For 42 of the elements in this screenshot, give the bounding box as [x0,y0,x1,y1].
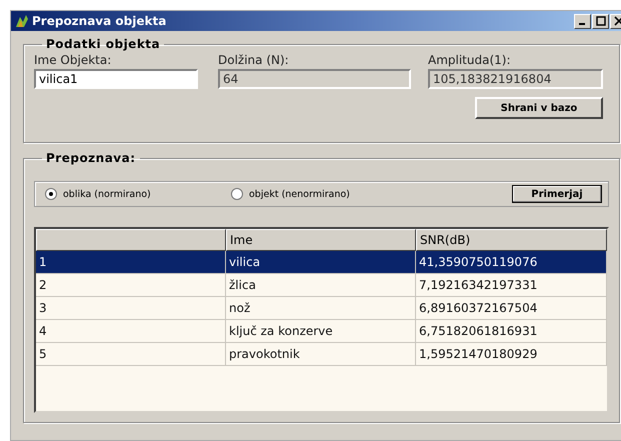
save-button[interactable]: Shrani v bazo [475,97,603,119]
table-cell: vilica [226,251,416,273]
table-cell: 6,89160372167504 [416,297,607,319]
table-cell: nož [226,297,416,319]
group-title: Prepoznava: [45,151,137,165]
radio-button[interactable] [231,188,243,200]
column-header[interactable]: SNR(dB) [416,229,607,251]
minimize-icon [578,23,584,25]
field-label: Dolžina (N): [218,53,290,67]
table-row[interactable]: 1 vilica 41,3590750119076 [36,251,607,274]
column-header[interactable] [36,229,226,251]
table-cell: 41,3590750119076 [416,251,607,273]
radio-label[interactable]: objekt (nenormirano) [249,188,350,200]
compare-button[interactable]: Primerjaj [512,185,602,203]
group-title: Podatki objekta [45,37,162,51]
leaf-icon [15,14,29,28]
table-cell: ključ za konzerve [226,320,416,342]
table-cell: 4 [36,320,226,342]
table-cell: 5 [36,343,226,365]
table-cell: 7,19216342197331 [416,274,607,296]
input-field[interactable]: vilica1 [34,69,198,89]
field-label: Ime Objekta: [34,53,112,67]
table-cell: 1 [36,251,226,273]
close-icon [614,16,621,26]
table-row[interactable]: 2 žlica 7,19216342197331 [36,274,607,297]
table-row[interactable]: 4 ključ za konzerve 6,75182061816931 [36,320,607,343]
radio-label[interactable]: oblika (normirano) [63,188,151,200]
maximize-icon [596,16,606,26]
window-title: Prepoznava objekta [32,14,166,28]
column-header[interactable]: Ime [226,229,416,251]
table-cell: pravokotnik [226,343,416,365]
minimize-button[interactable] [574,14,591,28]
table-cell: žlica [226,274,416,296]
table-cell: 2 [36,274,226,296]
field-label: Amplituda(1): [428,53,512,67]
table-cell: 3 [36,297,226,319]
table-row[interactable]: 3 nož 6,89160372167504 [36,297,607,320]
radio-button[interactable] [45,188,57,200]
table-row[interactable]: 5 pravokotnik 1,59521470180929 [36,343,607,366]
maximize-button[interactable] [592,14,609,28]
table-cell: 6,75182061816931 [416,320,607,342]
table-cell: 1,59521470180929 [416,343,607,365]
